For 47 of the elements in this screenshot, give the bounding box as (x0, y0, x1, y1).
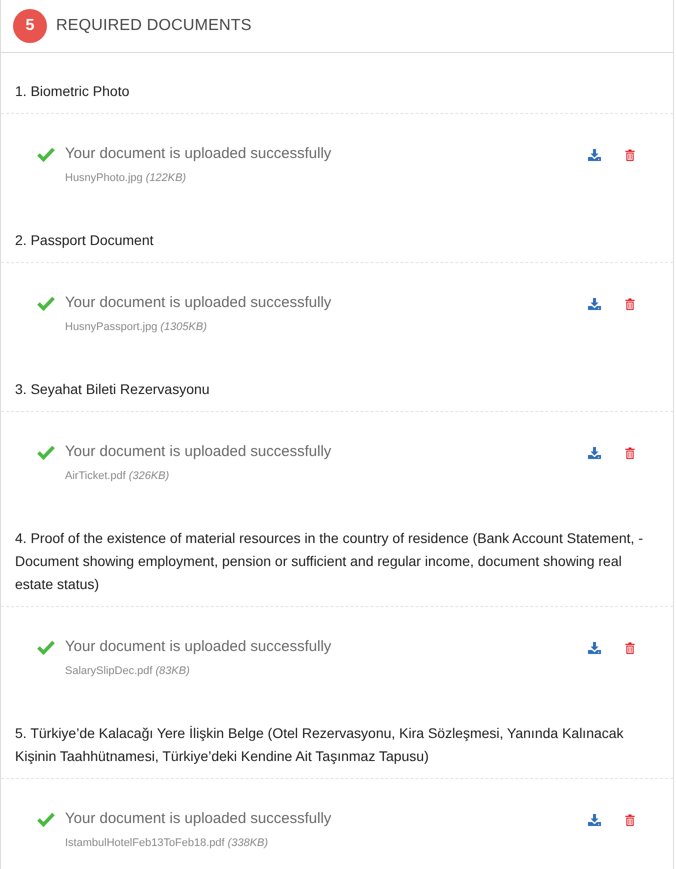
download-icon (588, 447, 601, 459)
download-icon (588, 149, 601, 161)
step-number-badge: 5 (13, 9, 47, 43)
document-title: 2. Passport Document (15, 231, 155, 250)
checkmark-icon (37, 640, 55, 655)
delete-button[interactable] (623, 147, 637, 163)
file-name: AirTicket.pdf (65, 470, 126, 482)
upload-status-text: Your document is uploaded successfully (65, 637, 332, 657)
download-button[interactable] (586, 640, 603, 656)
delete-button[interactable] (623, 445, 637, 461)
checkmark-icon (37, 445, 55, 460)
trash-icon (625, 298, 635, 310)
download-button[interactable] (586, 147, 603, 163)
file-name: IstambulHotelFeb13ToFeb18.pdf (65, 837, 225, 849)
upload-status-text: Your document is uploaded successfully (65, 293, 332, 313)
trash-icon (625, 447, 635, 459)
file-size: (83KB) (156, 665, 190, 677)
download-button[interactable] (586, 296, 603, 312)
file-name: HusnyPhoto.jpg (65, 172, 143, 184)
checkmark-icon (37, 296, 55, 311)
document-title: 1. Biometric Photo (15, 82, 130, 101)
download-icon (588, 298, 601, 310)
download-button[interactable] (586, 812, 603, 828)
file-size: (1305KB) (160, 321, 207, 333)
document-title: 3. Seyahat Bileti Rezervasyonu (15, 380, 211, 399)
file-size: (338KB) (228, 837, 268, 849)
delete-button[interactable] (623, 296, 637, 312)
trash-icon (625, 642, 635, 654)
document-title: 5. Türkiye’de Kalacağı Yere İlişkin Belge (Otel Rezervasyonu, Kira Sözleşmesi, Yanında Kalınacak Kişinin Taahhütnamesi, Türkiye’deki Kendine Ait Taşınmaz Tapusu) (15, 724, 625, 766)
download-icon (588, 642, 601, 654)
checkmark-icon (37, 812, 55, 827)
file-size: (122KB) (146, 172, 186, 184)
upload-status-text: Your document is uploaded successfully (65, 144, 332, 164)
download-button[interactable] (586, 445, 603, 461)
delete-button[interactable] (623, 640, 637, 656)
file-name: SalarySlipDec.pdf (65, 665, 152, 677)
download-icon (588, 814, 601, 826)
document-title: 4. Proof of the existence of material resources in the country of residence (Bank Account Statement, -Document showing employment, pension or sufficient and regular income, document showing real estate status) (15, 529, 644, 594)
upload-status-text: Your document is uploaded successfully (65, 442, 332, 462)
trash-icon (625, 149, 635, 161)
file-size: (326KB) (128, 470, 170, 482)
file-name: HusnyPassport.jpg (65, 321, 158, 333)
section-title: REQUIRED DOCUMENTS (56, 16, 252, 36)
checkmark-icon (37, 147, 55, 162)
delete-button[interactable] (623, 812, 637, 828)
trash-icon (625, 814, 635, 826)
upload-status-text: Your document is uploaded successfully (65, 809, 332, 829)
